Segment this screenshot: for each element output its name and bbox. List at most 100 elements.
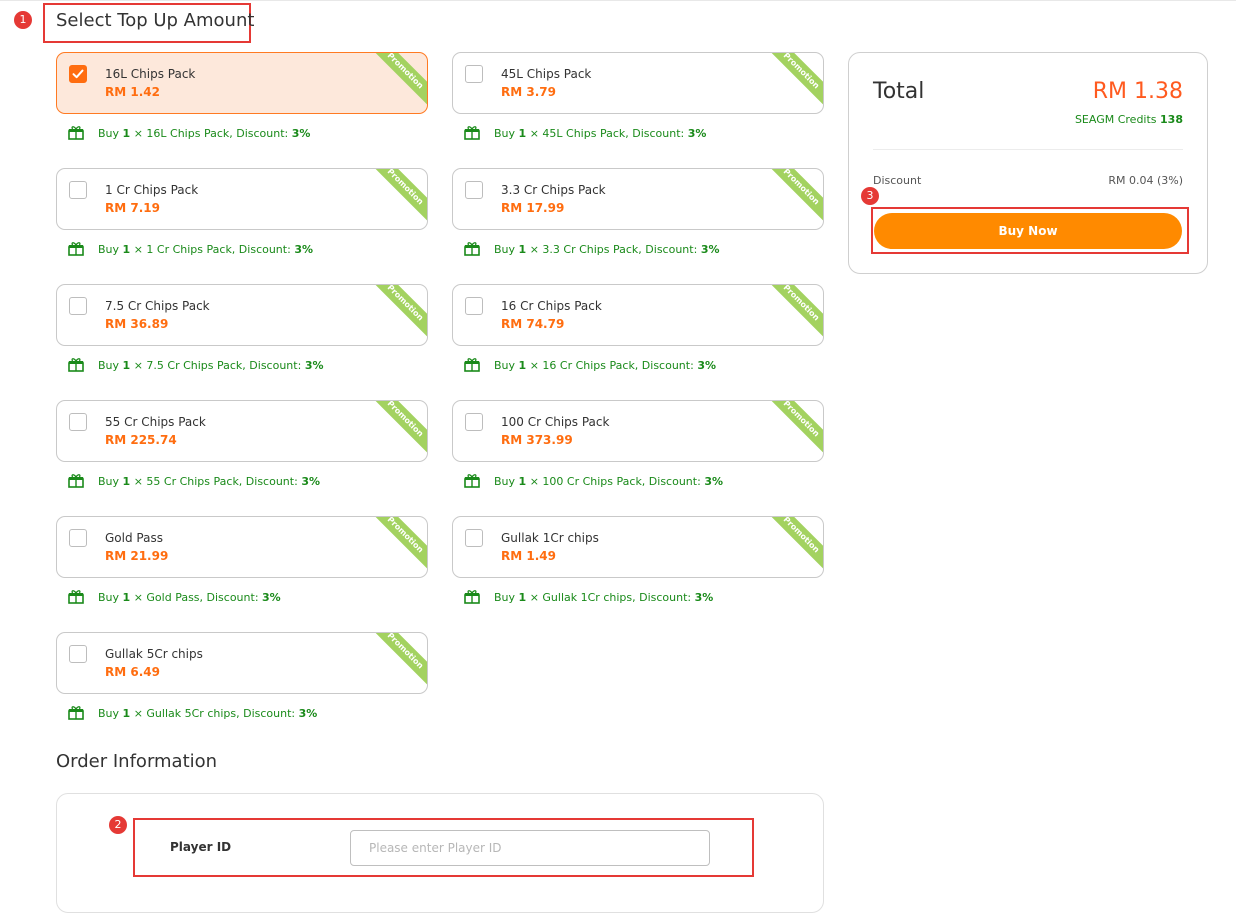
promo-quantity: 1 <box>122 591 131 604</box>
promotion-ribbon: Promotion <box>366 517 427 574</box>
product-price: RM 1.42 <box>105 85 160 99</box>
product-name: Gold Pass <box>105 531 163 545</box>
product-price: RM 3.79 <box>501 85 556 99</box>
annotation-marker-2: 2 <box>109 816 127 834</box>
product-checkbox[interactable] <box>465 529 483 547</box>
promo-quantity: 1 <box>122 359 131 372</box>
product-checkbox[interactable] <box>465 413 483 431</box>
product-card[interactable]: 3.3 Cr Chips Pack RM 17.99 Promotion <box>452 168 824 230</box>
gift-icon <box>68 126 84 145</box>
promo-discount-value: 3% <box>304 359 324 372</box>
promo-prefix: Buy <box>98 707 120 720</box>
product-price: RM 225.74 <box>105 433 177 447</box>
promo-description: × 55 Cr Chips Pack, Discount: <box>133 475 298 488</box>
player-id-label: Player ID <box>170 840 232 854</box>
product-name: 55 Cr Chips Pack <box>105 415 206 429</box>
promo-discount-text: Buy 1 × 1 Cr Chips Pack, Discount: 3% <box>98 243 313 256</box>
promo-discount-value: 3% <box>262 591 281 604</box>
promo-discount-text: Buy 1 × 55 Cr Chips Pack, Discount: 3% <box>98 475 320 488</box>
promo-prefix: Buy <box>494 127 516 140</box>
promo-description: × 1 Cr Chips Pack, Discount: <box>133 243 291 256</box>
product-checkbox[interactable] <box>465 65 483 83</box>
product-checkbox[interactable] <box>465 297 483 315</box>
promo-discount-value: 3% <box>294 243 313 256</box>
gift-icon <box>464 474 480 493</box>
product-checkbox[interactable] <box>465 181 483 199</box>
promo-prefix: Buy <box>98 243 120 256</box>
product-checkbox[interactable] <box>69 413 87 431</box>
product-card[interactable]: Gullak 5Cr chips RM 6.49 Promotion <box>56 632 428 694</box>
top-divider <box>0 0 1236 1</box>
promo-discount-text: Buy 1 × Gullak 1Cr chips, Discount: 3% <box>494 591 713 604</box>
product-card[interactable]: 16 Cr Chips Pack RM 74.79 Promotion <box>452 284 824 346</box>
promo-discount-value: 3% <box>694 591 714 604</box>
total-value: RM 1.38 <box>1092 79 1183 104</box>
product-checkbox[interactable] <box>69 297 87 315</box>
promotion-ribbon: Promotion <box>366 633 427 690</box>
promo-prefix: Buy <box>98 475 120 488</box>
product-card[interactable]: 55 Cr Chips Pack RM 225.74 Promotion <box>56 400 428 462</box>
product-price: RM 17.99 <box>501 201 565 215</box>
product-price: RM 1.49 <box>501 549 556 563</box>
promo-discount-value: 3% <box>298 707 318 720</box>
product-name: Gullak 1Cr chips <box>501 531 599 545</box>
promo-discount-value: 3% <box>687 127 707 140</box>
promo-discount-value: 3% <box>301 475 320 488</box>
promo-description: × 16 Cr Chips Pack, Discount: <box>529 359 694 372</box>
promo-discount-text: Buy 1 × 100 Cr Chips Pack, Discount: 3% <box>494 475 723 488</box>
product-card[interactable]: 1 Cr Chips Pack RM 7.19 Promotion <box>56 168 428 230</box>
promo-quantity: 1 <box>122 707 131 720</box>
promo-description: × Gullak 5Cr chips, Discount: <box>133 707 296 720</box>
product-checkbox[interactable] <box>69 181 87 199</box>
product-card[interactable]: Gold Pass RM 21.99 Promotion <box>56 516 428 578</box>
promo-quantity: 1 <box>518 475 527 488</box>
product-price: RM 21.99 <box>105 549 169 563</box>
player-id-input[interactable] <box>350 830 710 866</box>
promo-quantity: 1 <box>122 243 131 256</box>
promo-quantity: 1 <box>518 127 527 140</box>
product-card[interactable]: 16L Chips Pack RM 1.42 Promotion <box>56 52 428 114</box>
product-checkbox[interactable] <box>69 645 87 663</box>
promo-quantity: 1 <box>518 243 527 256</box>
product-name: 16L Chips Pack <box>105 67 196 81</box>
product-card[interactable]: 45L Chips Pack RM 3.79 Promotion <box>452 52 824 114</box>
credits-label: SEAGM Credits <box>1074 113 1157 126</box>
promotion-ribbon: Promotion <box>366 285 427 342</box>
promo-prefix: Buy <box>98 591 120 604</box>
product-checkbox[interactable] <box>69 65 87 83</box>
promo-description: × 3.3 Cr Chips Pack, Discount: <box>529 243 698 256</box>
product-price: RM 36.89 <box>105 317 169 331</box>
promotion-ribbon: Promotion <box>366 169 427 226</box>
product-name: 45L Chips Pack <box>501 67 592 81</box>
gift-icon <box>68 242 84 261</box>
promo-quantity: 1 <box>518 591 527 604</box>
annotation-marker-1: 1 <box>14 11 32 29</box>
discount-label: Discount <box>873 174 922 187</box>
product-card[interactable]: 100 Cr Chips Pack RM 373.99 Promotion <box>452 400 824 462</box>
promotion-ribbon: Promotion <box>366 53 427 110</box>
gift-icon <box>464 590 480 609</box>
buy-now-button[interactable]: Buy Now <box>874 213 1182 249</box>
promo-discount-text: Buy 1 × 16 Cr Chips Pack, Discount: 3% <box>494 359 716 372</box>
promo-description: × Gullak 1Cr chips, Discount: <box>529 591 692 604</box>
summary-divider <box>873 149 1183 150</box>
gift-icon <box>68 590 84 609</box>
promo-description: × 45L Chips Pack, Discount: <box>529 127 685 140</box>
product-price: RM 373.99 <box>501 433 573 447</box>
total-label: Total <box>873 79 925 104</box>
product-card[interactable]: 7.5 Cr Chips Pack RM 36.89 Promotion <box>56 284 428 346</box>
promo-discount-text: Buy 1 × 3.3 Cr Chips Pack, Discount: 3% <box>494 243 720 256</box>
promo-discount-value: 3% <box>697 359 716 372</box>
promo-description: × Gold Pass, Discount: <box>133 591 259 604</box>
credits-value: 138 <box>1160 113 1183 126</box>
product-checkbox[interactable] <box>69 529 87 547</box>
gift-icon <box>68 358 84 377</box>
checkmark-icon <box>72 69 84 79</box>
gift-icon <box>464 126 480 145</box>
section-title-order-info: Order Information <box>56 751 218 772</box>
product-name: 100 Cr Chips Pack <box>501 415 610 429</box>
promotion-ribbon: Promotion <box>366 401 427 458</box>
promo-discount-text: Buy 1 × 45L Chips Pack, Discount: 3% <box>494 127 706 140</box>
product-card[interactable]: Gullak 1Cr chips RM 1.49 Promotion <box>452 516 824 578</box>
promo-prefix: Buy <box>494 243 516 256</box>
